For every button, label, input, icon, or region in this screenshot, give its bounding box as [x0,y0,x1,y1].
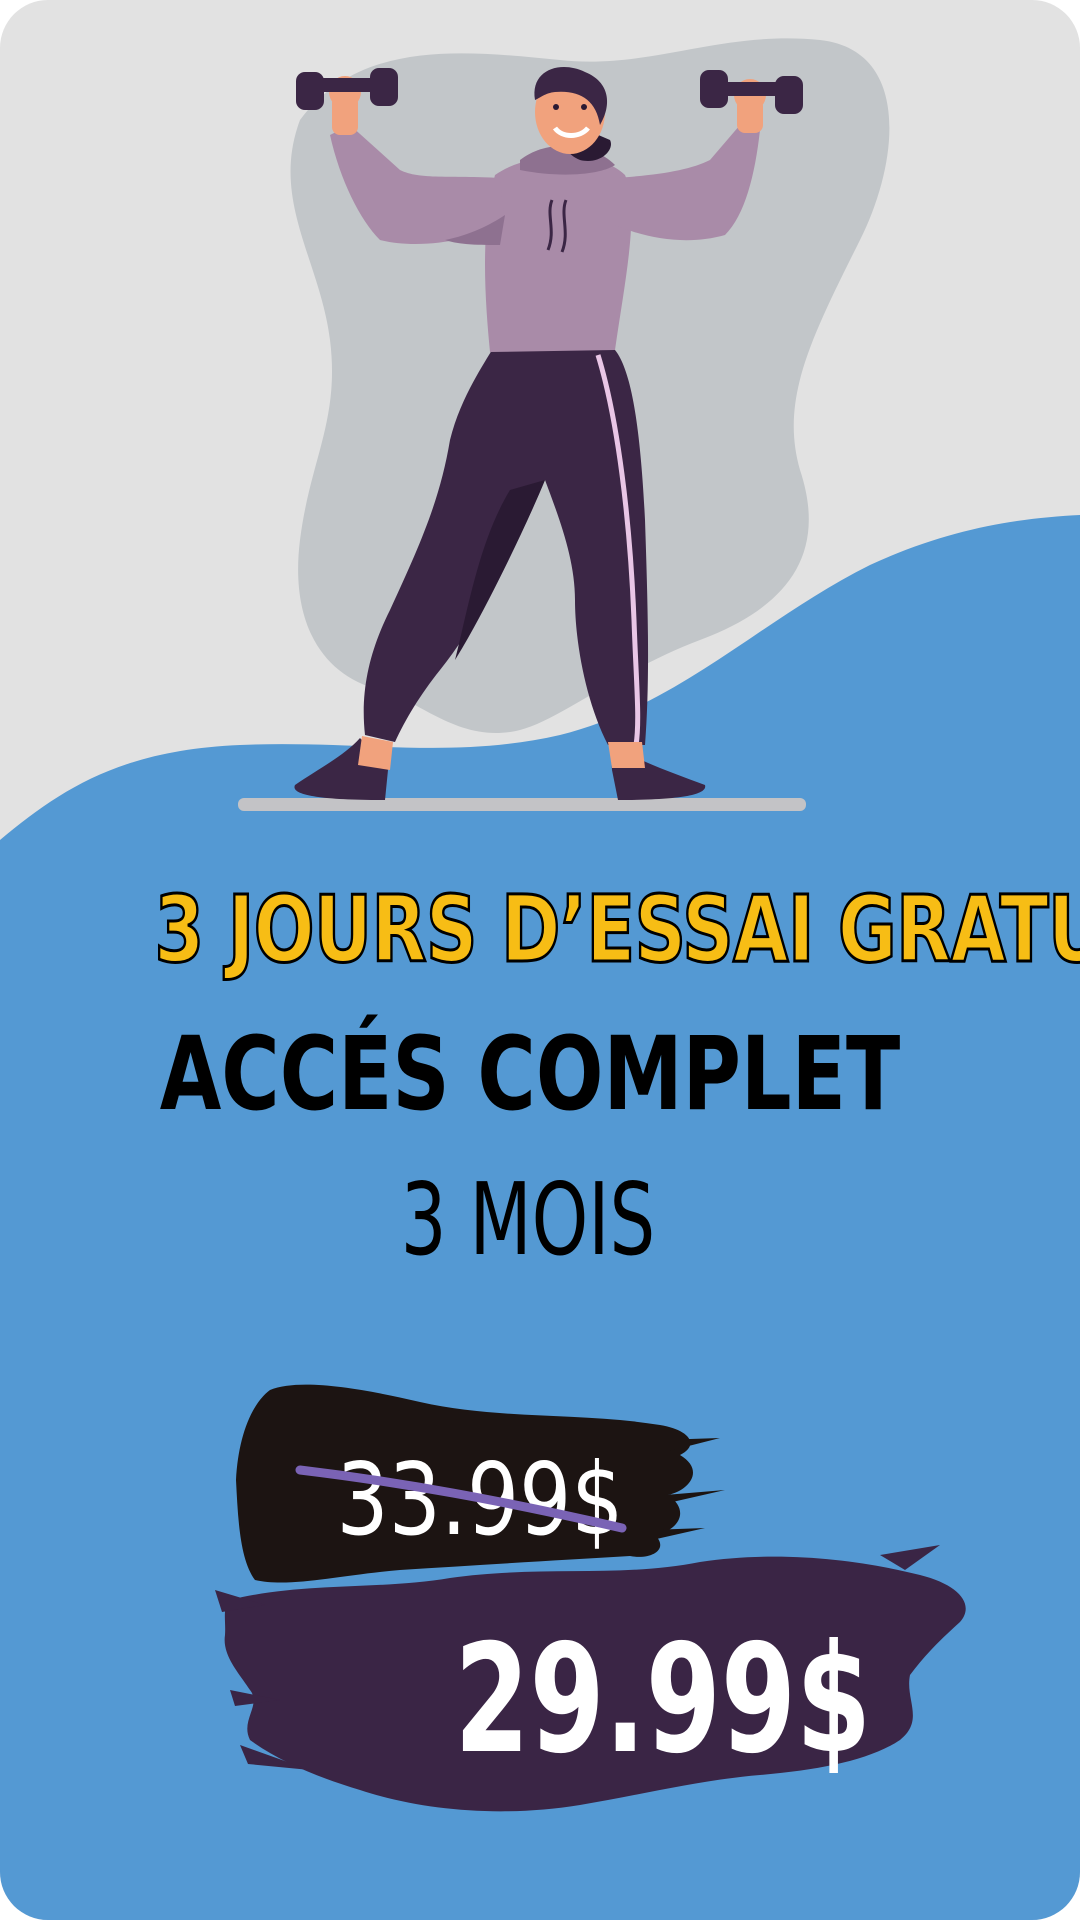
new-price: 29.99$ [454,1613,872,1787]
duration-label: 3 MOIS [400,1161,656,1278]
trial-offer-title: 3 JOURS D’ESSAI GRATUIT [153,875,1080,985]
full-access-label: ACCÉS COMPLET [159,1015,901,1134]
yoga-mat [238,798,806,811]
old-price: 33.99$ [336,1441,624,1558]
promo-card: 3 JOURS D’ESSAI GRATUIT ACCÉS COMPLET 3 … [0,0,1080,1920]
